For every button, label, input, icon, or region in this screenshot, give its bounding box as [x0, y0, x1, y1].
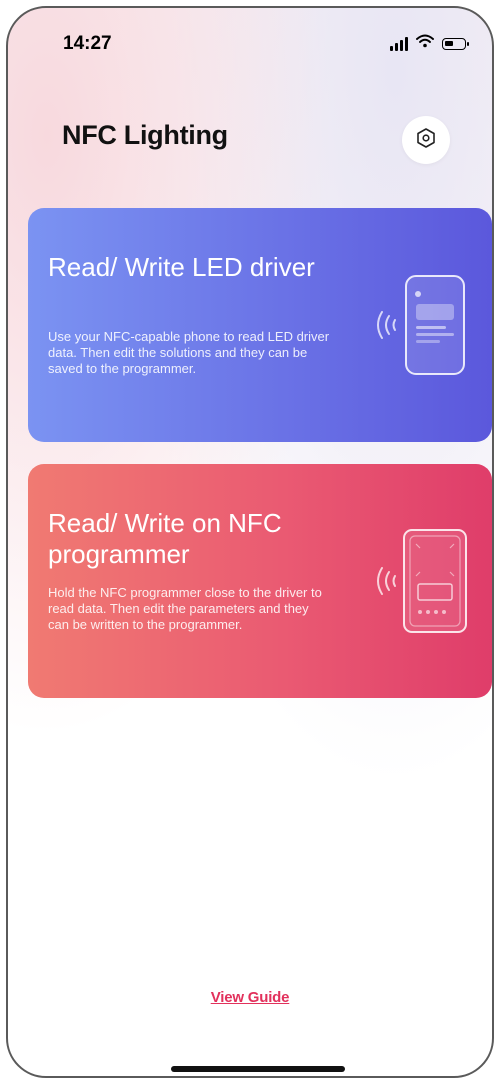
- status-time: 14:27: [63, 33, 112, 54]
- page-title: NFC Lighting: [62, 120, 228, 150]
- status-icons: [390, 34, 469, 53]
- view-guide-link[interactable]: View Guide: [8, 989, 492, 1006]
- hexagon-settings-icon: [415, 127, 437, 154]
- home-indicator[interactable]: [171, 1066, 345, 1072]
- led-driver-card-description: Use your NFC-capable phone to read LED d…: [48, 329, 330, 376]
- nfc-programmer-card[interactable]: Read/ Write on NFC programmer Hold the N…: [28, 464, 492, 698]
- led-driver-card-title: Read/ Write LED driver: [48, 252, 315, 282]
- phone-nfc-icon: [360, 270, 470, 380]
- nfc-programmer-card-title: Read/ Write on NFC programmer: [48, 508, 282, 569]
- nfc-programmer-card-description: Hold the NFC programmer close to the dri…: [48, 585, 322, 632]
- led-driver-card[interactable]: Read/ Write LED driver Use your NFC-capa…: [28, 208, 492, 442]
- wifi-icon: [416, 34, 434, 53]
- cellular-signal-icon: [390, 36, 408, 51]
- programmer-nfc-icon: [360, 526, 470, 636]
- phone-frame: 14:27 NFC Lighting Read/ Write LED drive…: [6, 6, 494, 1078]
- status-bar: 14:27: [8, 8, 492, 68]
- settings-button[interactable]: [402, 116, 450, 164]
- battery-icon: [442, 37, 469, 50]
